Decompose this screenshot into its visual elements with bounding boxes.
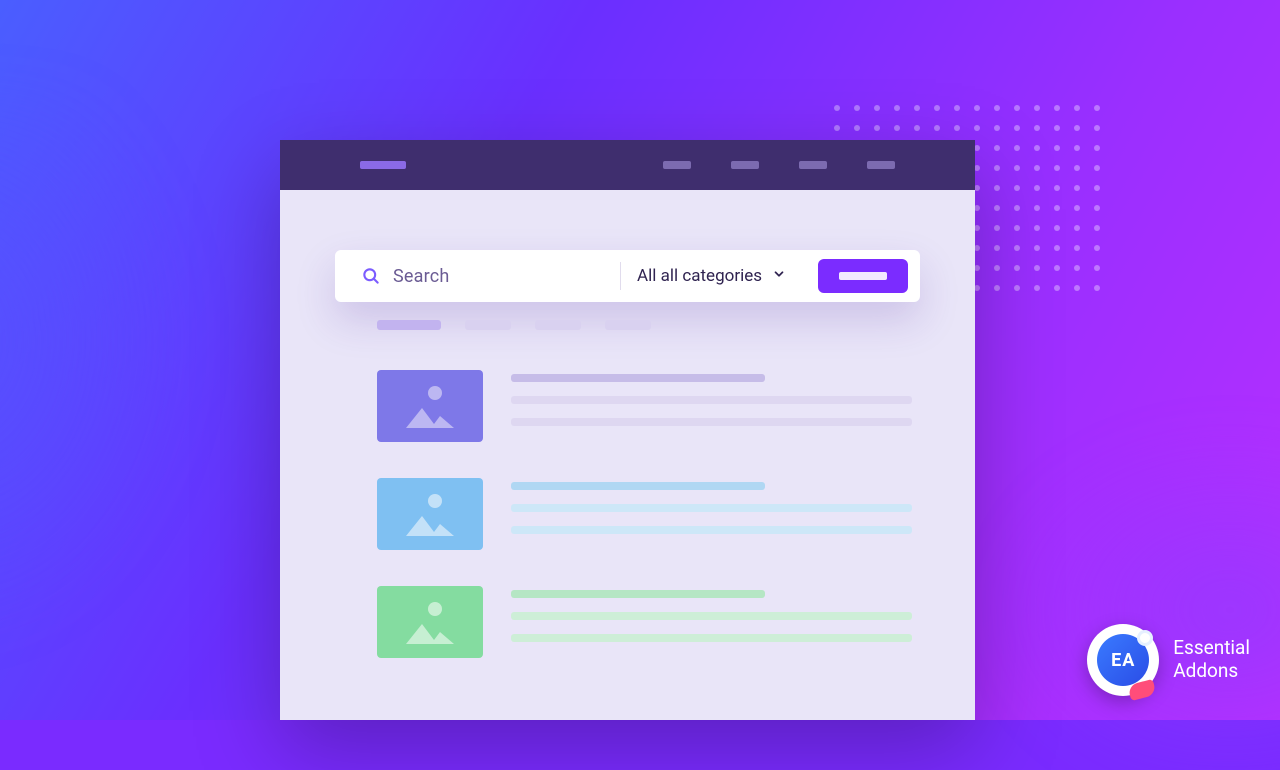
nav-link[interactable] [867,161,895,169]
browser-topbar [280,140,975,190]
result-item[interactable] [377,586,920,658]
brand-badge: EA Essential Addons [1087,624,1250,696]
image-icon [428,386,442,400]
search-bar: Search All all categories [335,250,920,302]
nav-link[interactable] [663,161,691,169]
result-title-placeholder [511,374,765,382]
filter-tab[interactable] [377,320,441,330]
search-submit-button[interactable] [818,259,908,293]
filter-tab[interactable] [535,320,581,330]
brand-placeholder [360,161,406,169]
result-text [511,586,920,658]
brand-name-line1: Essential [1173,637,1250,660]
image-icon [428,494,442,508]
divider [620,262,621,290]
result-body-placeholder [511,634,912,642]
result-body-placeholder [511,526,912,534]
result-body-placeholder [511,612,912,620]
nav-link[interactable] [799,161,827,169]
result-body-placeholder [511,418,912,426]
filter-tabs [377,320,920,330]
result-text [511,370,920,442]
result-body-placeholder [511,504,912,512]
filter-tab[interactable] [605,320,651,330]
image-icon [428,602,442,616]
result-text [511,478,920,550]
browser-window: Search All all categories [280,140,975,720]
brand-logo: EA [1087,624,1159,696]
result-item[interactable] [377,370,920,442]
result-item[interactable] [377,478,920,550]
search-icon [361,266,381,286]
brand-mark: EA [1111,650,1135,671]
result-body-placeholder [511,396,912,404]
page-body: Search All all categories [280,190,975,658]
result-title-placeholder [511,590,765,598]
result-thumbnail [377,586,483,658]
category-dropdown[interactable]: All all categories [625,266,798,286]
submit-label-placeholder [839,272,887,280]
chevron-down-icon [772,266,786,286]
brand-name: Essential Addons [1173,637,1250,683]
result-thumbnail [377,370,483,442]
category-label: All all categories [637,266,762,286]
filter-tab[interactable] [465,320,511,330]
nav-link[interactable] [731,161,759,169]
result-thumbnail [377,478,483,550]
results-list [335,370,920,658]
badge-dot-icon [1137,630,1153,646]
result-title-placeholder [511,482,765,490]
search-input[interactable]: Search [393,266,610,287]
brand-name-line2: Addons [1173,660,1250,683]
background-wave-left [0,100,300,700]
